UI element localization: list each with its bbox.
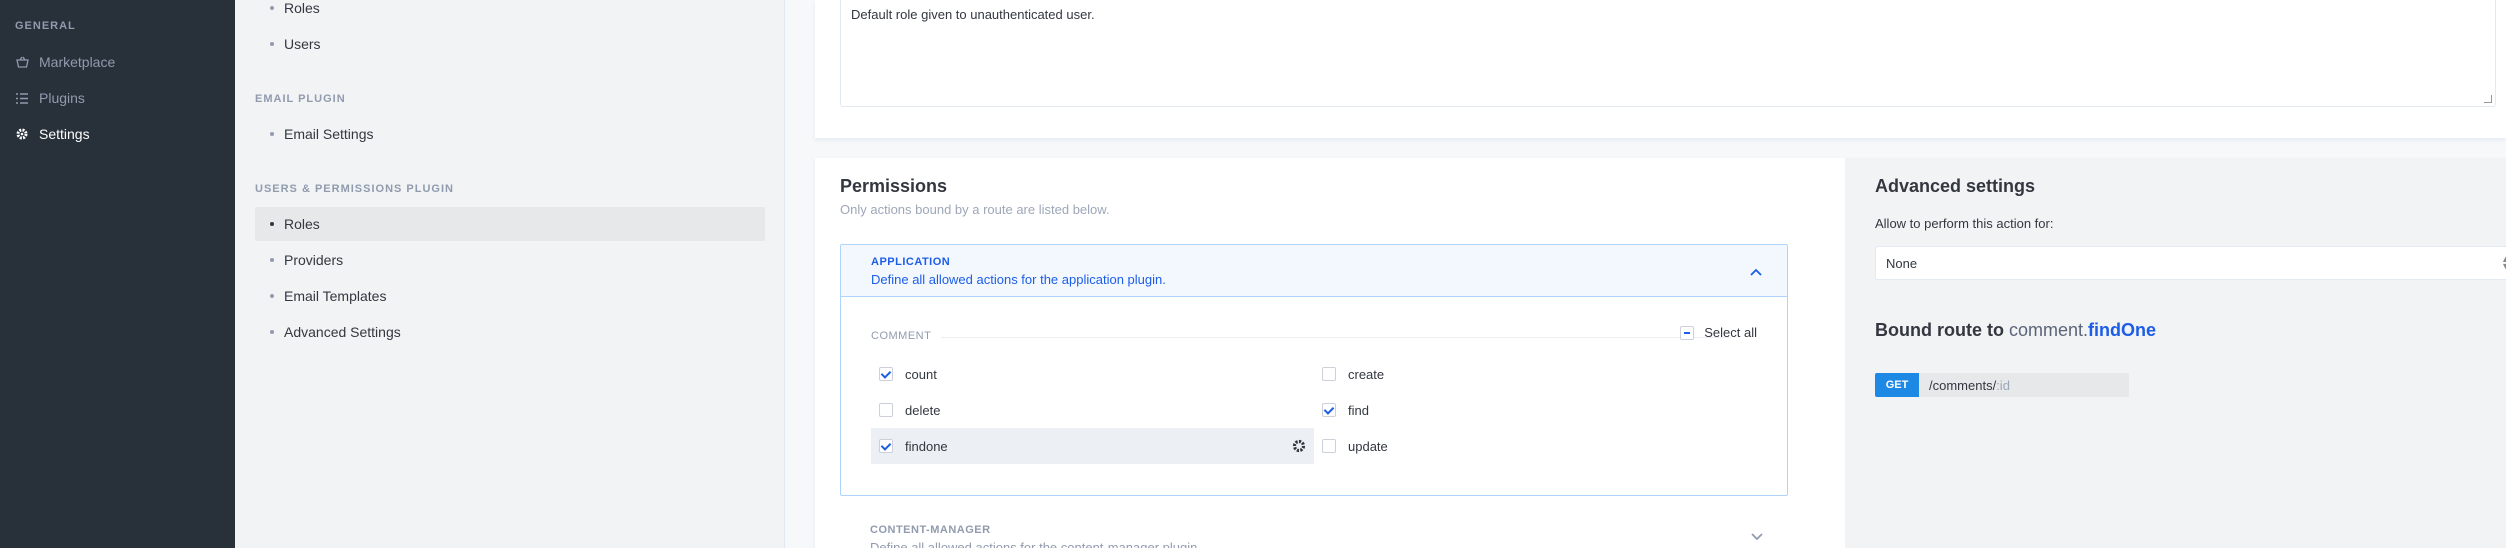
subnav-item-roles-top[interactable]: Roles [255, 0, 765, 25]
plugin-description: Define all allowed actions for the conte… [870, 540, 1201, 548]
select-all-checkbox[interactable]: Select all [1680, 325, 1757, 340]
subnav-item-label: Advanced Settings [284, 324, 401, 340]
bound-route-label: Bound route to [1875, 320, 2004, 340]
checkbox[interactable] [879, 403, 893, 417]
main-content: Default role given to unauthenticated us… [785, 0, 2506, 548]
nav-item-label: Plugins [39, 90, 85, 106]
route-path-base: /comments/ [1929, 377, 1997, 393]
subnav-item-label: Roles [284, 216, 320, 232]
permissions-subtitle: Only actions bound by a route are listed… [840, 202, 1110, 217]
left-nav: General Marketplace Plugins Settings [0, 0, 235, 548]
action-label: update [1348, 438, 1388, 454]
subnav-item-providers[interactable]: Providers [255, 243, 765, 277]
basket-icon [15, 55, 29, 69]
bullet [270, 258, 274, 262]
subnav-item-email-settings[interactable]: Email Settings [255, 117, 765, 151]
subnav-item-label: Email Settings [284, 126, 374, 142]
gear-icon[interactable] [1292, 439, 1306, 453]
subnav-heading-email: Email Plugin [255, 93, 346, 105]
description-textarea[interactable]: Default role given to unauthenticated us… [840, 0, 2496, 107]
nav-heading-general: General [15, 20, 76, 32]
select-all-label: Select all [1704, 325, 1757, 340]
nav-item-plugins[interactable]: Plugins [0, 80, 235, 116]
bound-controller: comment. [2009, 320, 2089, 340]
allow-label: Allow to perform this action for: [1875, 216, 2054, 231]
advanced-settings-panel: Advanced settings Allow to perform this … [1845, 158, 2506, 548]
subnav-item-label: Users [284, 36, 321, 52]
bound-route-title: Bound route to comment.findOne [1875, 320, 2156, 341]
chevron-down-icon[interactable] [1751, 530, 1763, 542]
permissions-card: Permissions Only actions bound by a rout… [815, 158, 2506, 548]
subnav-item-roles[interactable]: Roles [255, 207, 765, 241]
nav-item-settings[interactable]: Settings [0, 116, 235, 152]
bound-action: findOne [2088, 320, 2157, 340]
checkbox[interactable] [879, 439, 893, 453]
route-path: /comments/:id [1919, 373, 2129, 397]
gear-icon [15, 127, 29, 141]
advanced-settings-title: Advanced settings [1875, 176, 2036, 196]
plugin-name: Application [871, 256, 951, 268]
bullet [270, 222, 274, 226]
description-value: Default role given to unauthenticated us… [851, 7, 1095, 22]
checkbox[interactable] [1322, 439, 1336, 453]
action-label: delete [905, 402, 941, 418]
subnav-item-label: Email Templates [284, 288, 387, 304]
bullet [270, 132, 274, 136]
checkbox[interactable] [1322, 403, 1336, 417]
plugin-application-header[interactable]: Application Define all allowed actions f… [841, 245, 1787, 297]
checkbox[interactable] [879, 367, 893, 381]
select-arrows-icon: ▲ ▼ [2501, 254, 2506, 271]
allow-select-value: None [1886, 255, 1918, 271]
subnav-item-label: Roles [284, 0, 320, 16]
nav-item-label: Marketplace [39, 54, 116, 70]
subnav-heading-users-permissions: Users & Permissions Plugin [255, 183, 454, 195]
plugin-name: Content-Manager [870, 524, 991, 536]
settings-subnav: Roles Users Email Plugin Email Settings … [235, 0, 785, 548]
role-details-card: Default role given to unauthenticated us… [815, 0, 2506, 138]
action-findone[interactable]: findone [871, 428, 1314, 464]
action-label: count [905, 366, 937, 382]
plugin-description: Define all allowed actions for the appli… [871, 272, 1166, 287]
nav-item-marketplace[interactable]: Marketplace [0, 44, 235, 80]
divider [941, 337, 1731, 338]
route-display: GET /comments/:id [1875, 373, 2129, 397]
permissions-panel: Permissions Only actions bound by a rout… [815, 158, 1815, 548]
route-path-param: :id [1996, 377, 2010, 393]
action-label: create [1348, 366, 1385, 382]
list-icon [15, 91, 29, 105]
action-delete[interactable]: delete [871, 392, 1311, 428]
allow-select[interactable]: None ▲ ▼ [1875, 246, 2506, 280]
plugin-content-manager[interactable]: Content-Manager Define all allowed actio… [840, 516, 1788, 548]
bullet [270, 6, 274, 10]
subnav-item-advanced-settings[interactable]: Advanced Settings [255, 315, 765, 349]
subnav-item-label: Providers [284, 252, 344, 268]
http-verb-badge: GET [1875, 373, 1919, 397]
chevron-up-icon[interactable] [1750, 265, 1762, 277]
checkbox[interactable] [1322, 367, 1336, 381]
action-update[interactable]: update [1314, 428, 1754, 464]
permissions-title: Permissions [840, 176, 948, 196]
action-label: findone [905, 438, 948, 454]
plugin-application: Application Define all allowed actions f… [840, 244, 1788, 496]
bullet [270, 42, 274, 46]
bullet [270, 330, 274, 334]
bullet [270, 294, 274, 298]
indeterminate-checkbox[interactable] [1680, 325, 1695, 340]
action-create[interactable]: create [1314, 356, 1754, 392]
subnav-item-email-templates[interactable]: Email Templates [255, 279, 765, 313]
action-count[interactable]: count [871, 356, 1311, 392]
controller-label: comment [871, 330, 932, 342]
action-label: find [1348, 402, 1369, 418]
action-find[interactable]: find [1314, 392, 1754, 428]
subnav-item-users[interactable]: Users [255, 27, 765, 61]
nav-item-label: Settings [39, 126, 90, 142]
resize-handle[interactable] [2484, 95, 2492, 103]
